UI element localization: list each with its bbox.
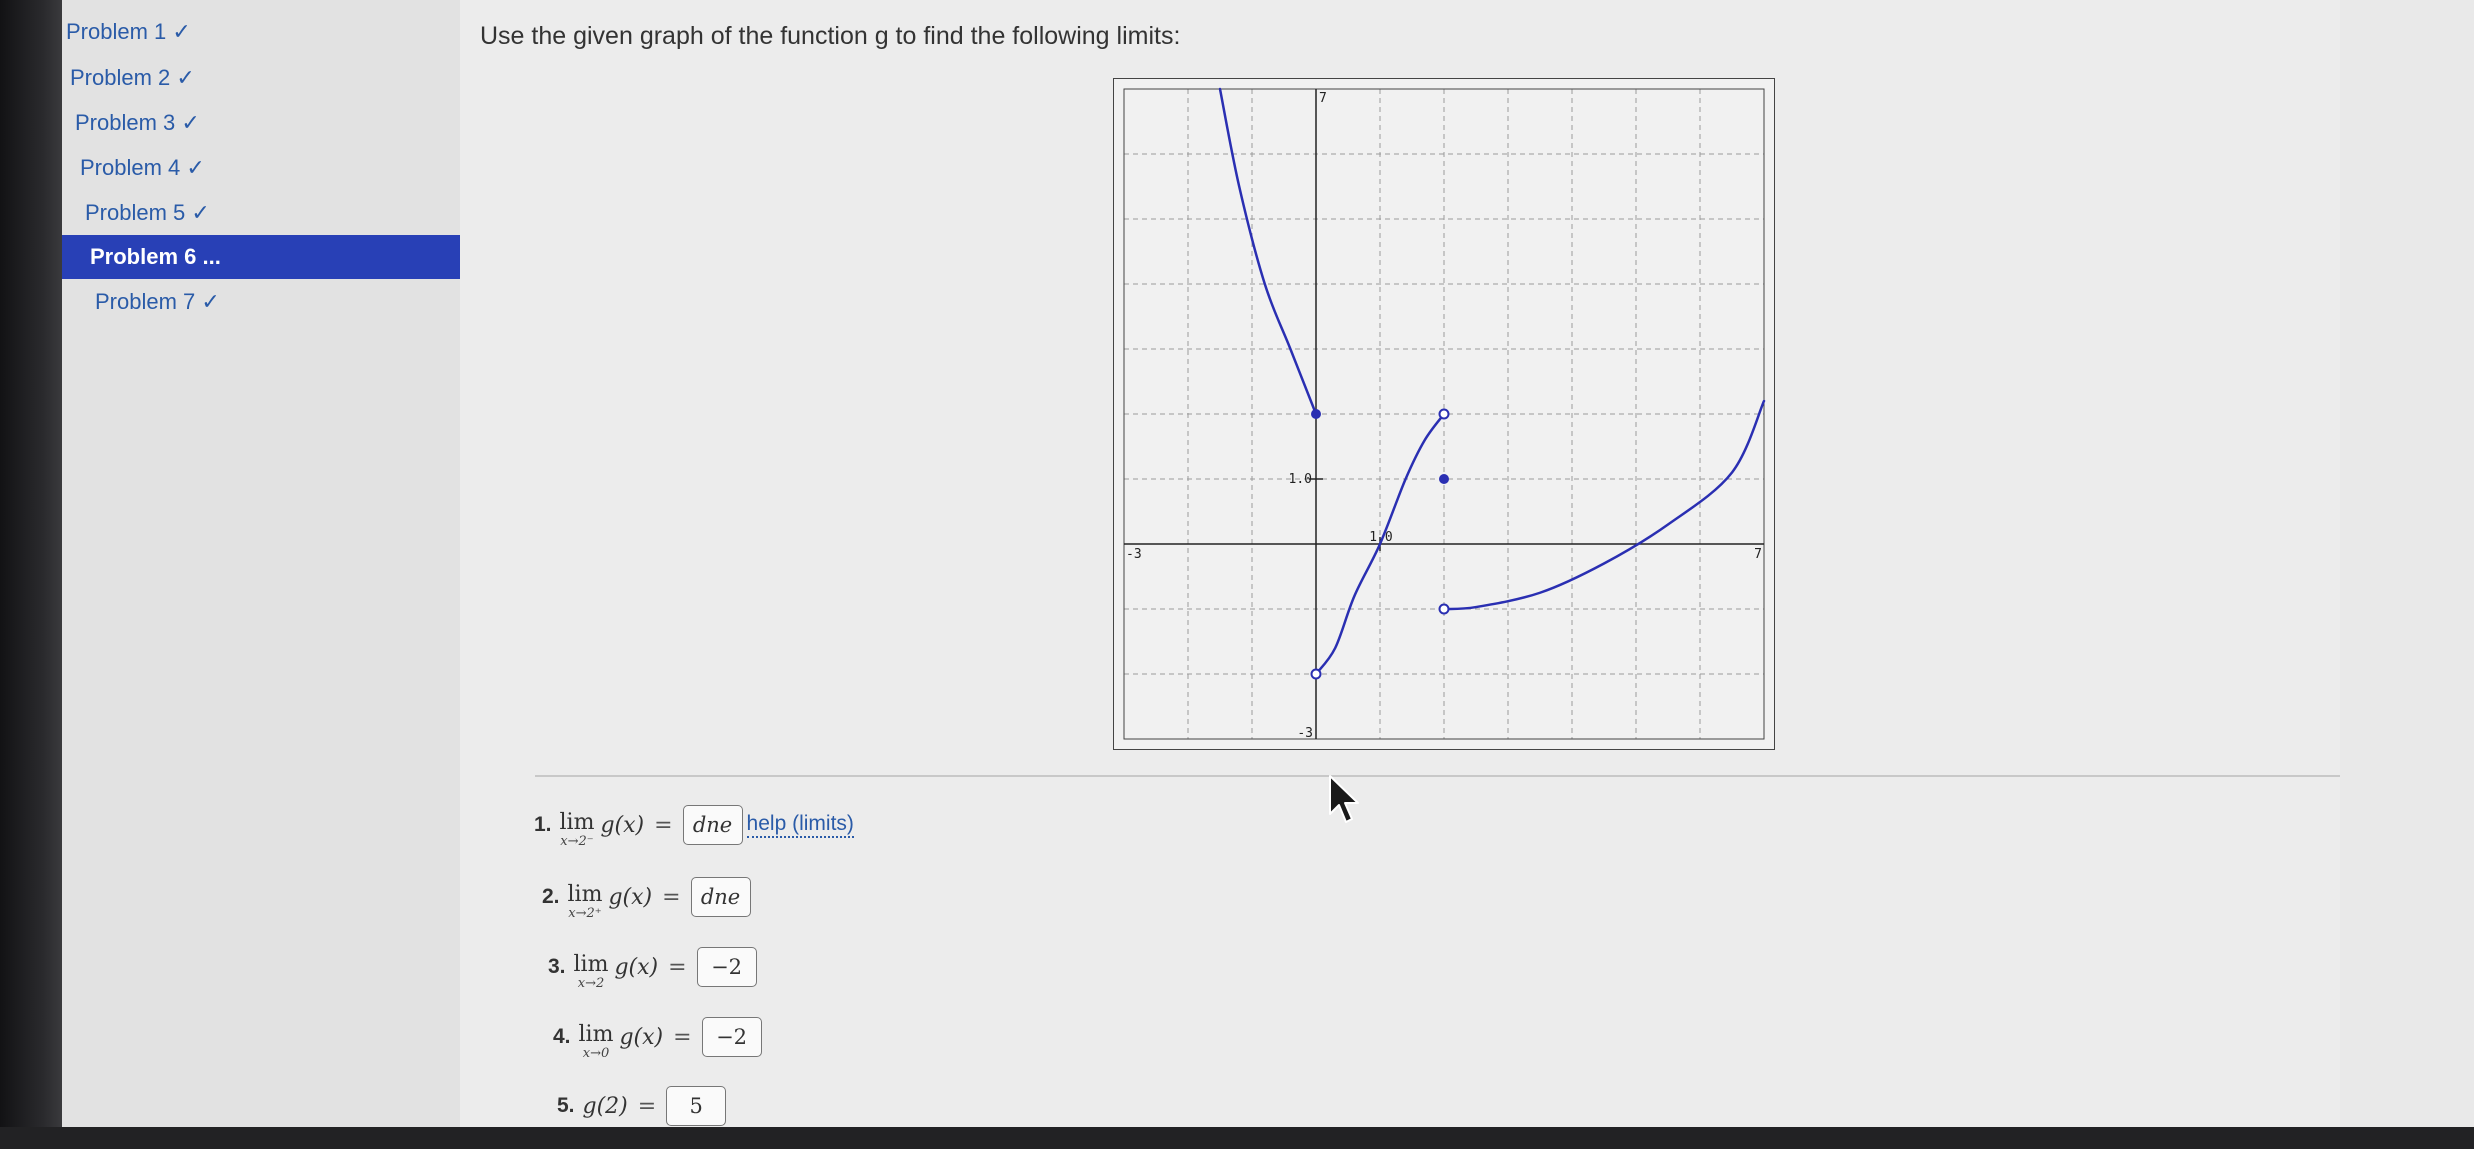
function-expr: g(x) — [614, 954, 659, 980]
answer-row-5: 5. g(2) = 5 — [557, 1083, 727, 1129]
x-min-label: -3 — [1126, 547, 1142, 562]
problem-statement: Use the given graph of the function g to… — [480, 22, 1181, 50]
answer-row-4: 4. lim x→0 g(x) = −2 — [553, 1014, 762, 1062]
closed-point — [1439, 474, 1449, 484]
nav-problem-1[interactable]: Problem 1 ✓ — [62, 10, 446, 54]
curve-left-branch — [1218, 87, 1318, 416]
limit-operator: lim x→2⁺ — [568, 884, 603, 922]
graph-curves — [1218, 87, 1766, 676]
x-max-label: 7 — [1754, 547, 1762, 562]
curve-right-branch — [1442, 399, 1766, 611]
answer-row-2: 2. lim x→2⁺ g(x) = dne — [542, 874, 751, 922]
answer-number: 3. — [548, 955, 566, 978]
equals-sign: = — [673, 1024, 692, 1050]
y-unit-label: 1.0 — [1289, 472, 1312, 487]
open-point — [1438, 603, 1450, 615]
answer-input-1[interactable]: dne — [682, 805, 743, 845]
equals-sign: = — [654, 812, 673, 838]
problem-nav-sidebar: Problem 1 ✓ Problem 2 ✓ Problem 3 ✓ Prob… — [62, 0, 470, 1127]
equals-sign: = — [668, 954, 687, 980]
help-limits-link[interactable]: help (limits) — [746, 812, 854, 838]
function-expr: g(x) — [619, 1024, 664, 1050]
lim-approach: x→2 — [577, 976, 605, 991]
answer-row-1: 1. lim x→2⁻ g(x) = dne help (limits) — [534, 802, 854, 850]
open-point — [1310, 668, 1322, 680]
limit-operator: lim x→0 — [579, 1024, 614, 1062]
limit-operator: lim x→2⁻ — [560, 812, 595, 850]
answer-input-2[interactable]: dne — [690, 877, 751, 917]
y-max-label: 7 — [1319, 91, 1327, 106]
lim-approach: x→2⁺ — [568, 906, 602, 921]
lim-approach: x→2⁻ — [560, 834, 594, 849]
section-divider — [535, 775, 2340, 777]
screen-bezel-bottom — [0, 1127, 2474, 1149]
nav-problem-5[interactable]: Problem 5 ✓ — [62, 191, 465, 235]
problem-content: Use the given graph of the function g to… — [460, 0, 2340, 1127]
equals-sign: = — [662, 884, 681, 910]
nav-problem-4[interactable]: Problem 4 ✓ — [62, 146, 460, 190]
lim-word: lim — [573, 952, 609, 977]
lim-word: lim — [559, 810, 595, 835]
closed-point — [1311, 409, 1321, 419]
mouse-pointer-icon — [1329, 775, 1359, 823]
answer-input-4[interactable]: −2 — [701, 1017, 762, 1057]
lim-word: lim — [578, 1022, 614, 1047]
y-min-label: -3 — [1297, 726, 1313, 741]
answer-number: 2. — [542, 885, 560, 908]
answer-row-3: 3. lim x→2 g(x) = −2 — [548, 944, 757, 992]
function-expr: g(2) — [582, 1093, 628, 1119]
nav-problem-2[interactable]: Problem 2 ✓ — [62, 56, 450, 100]
answer-number: 4. — [553, 1025, 571, 1048]
graph-canvas: -3 7 -3 7 1.0 1.0 — [1123, 87, 1766, 741]
answer-input-5[interactable]: 5 — [666, 1086, 727, 1126]
page-right-margin — [2340, 0, 2474, 1127]
lim-approach: x→0 — [582, 1046, 610, 1061]
function-expr: g(x) — [608, 884, 653, 910]
answer-input-3[interactable]: −2 — [696, 947, 757, 987]
equals-sign: = — [637, 1093, 657, 1119]
screen-bezel-left — [0, 0, 62, 1149]
answer-number: 1. — [534, 813, 552, 836]
answer-number: 5. — [557, 1094, 575, 1117]
function-graph: -3 7 -3 7 1.0 1.0 — [1113, 78, 1775, 750]
nav-problem-7[interactable]: Problem 7 ✓ — [62, 280, 475, 324]
lim-word: lim — [567, 882, 603, 907]
limit-operator: lim x→2 — [574, 954, 609, 992]
function-expr: g(x) — [600, 812, 645, 838]
nav-problem-6-active[interactable]: Problem 6 ... — [62, 235, 470, 279]
nav-problem-3[interactable]: Problem 3 ✓ — [62, 101, 455, 145]
open-point — [1438, 408, 1450, 420]
